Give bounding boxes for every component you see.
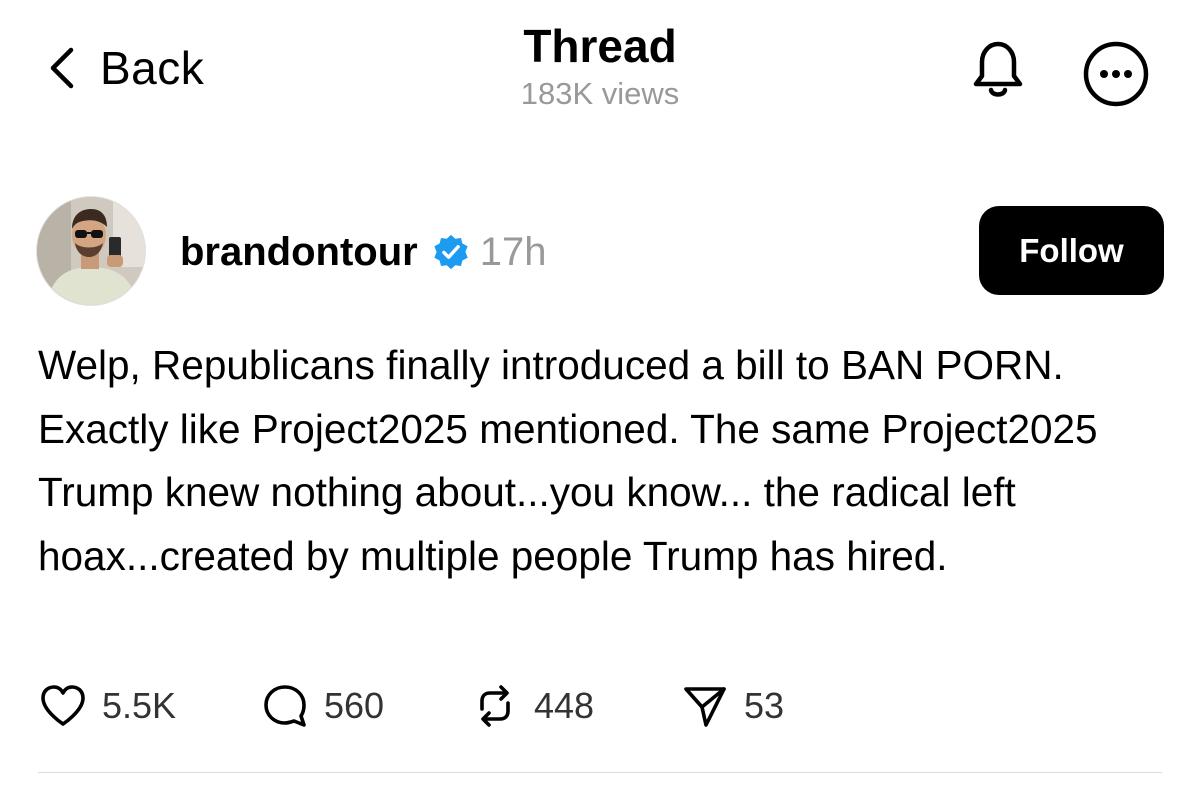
heart-icon <box>41 685 85 726</box>
verified-badge-icon <box>434 234 468 270</box>
avatar[interactable] <box>36 196 146 306</box>
bell-icon[interactable] <box>962 38 1034 104</box>
like-button[interactable]: 5.5K <box>38 681 260 731</box>
send-icon <box>684 687 726 727</box>
avatar-image <box>37 197 145 305</box>
repost-count: 448 <box>534 685 595 726</box>
share-count: 53 <box>744 685 785 726</box>
username[interactable]: brandontour <box>180 230 418 275</box>
action-bar: 5.5K 560 448 53 <box>38 676 784 736</box>
author-row: brandontour 17h <box>180 222 546 282</box>
like-count: 5.5K <box>102 685 177 726</box>
share-button[interactable]: 53 <box>680 681 784 731</box>
post-timestamp: 17h <box>479 229 547 274</box>
repost-button[interactable]: 448 <box>470 681 680 731</box>
reply-count: 560 <box>324 685 385 726</box>
divider <box>38 772 1162 773</box>
more-icon[interactable] <box>1080 38 1152 110</box>
comment-icon <box>264 685 306 727</box>
follow-button[interactable]: Follow <box>979 206 1164 295</box>
post-text: Welp, Republicans finally introduced a b… <box>38 342 1098 579</box>
reply-button[interactable]: 560 <box>260 681 470 731</box>
repost-icon <box>480 685 510 727</box>
